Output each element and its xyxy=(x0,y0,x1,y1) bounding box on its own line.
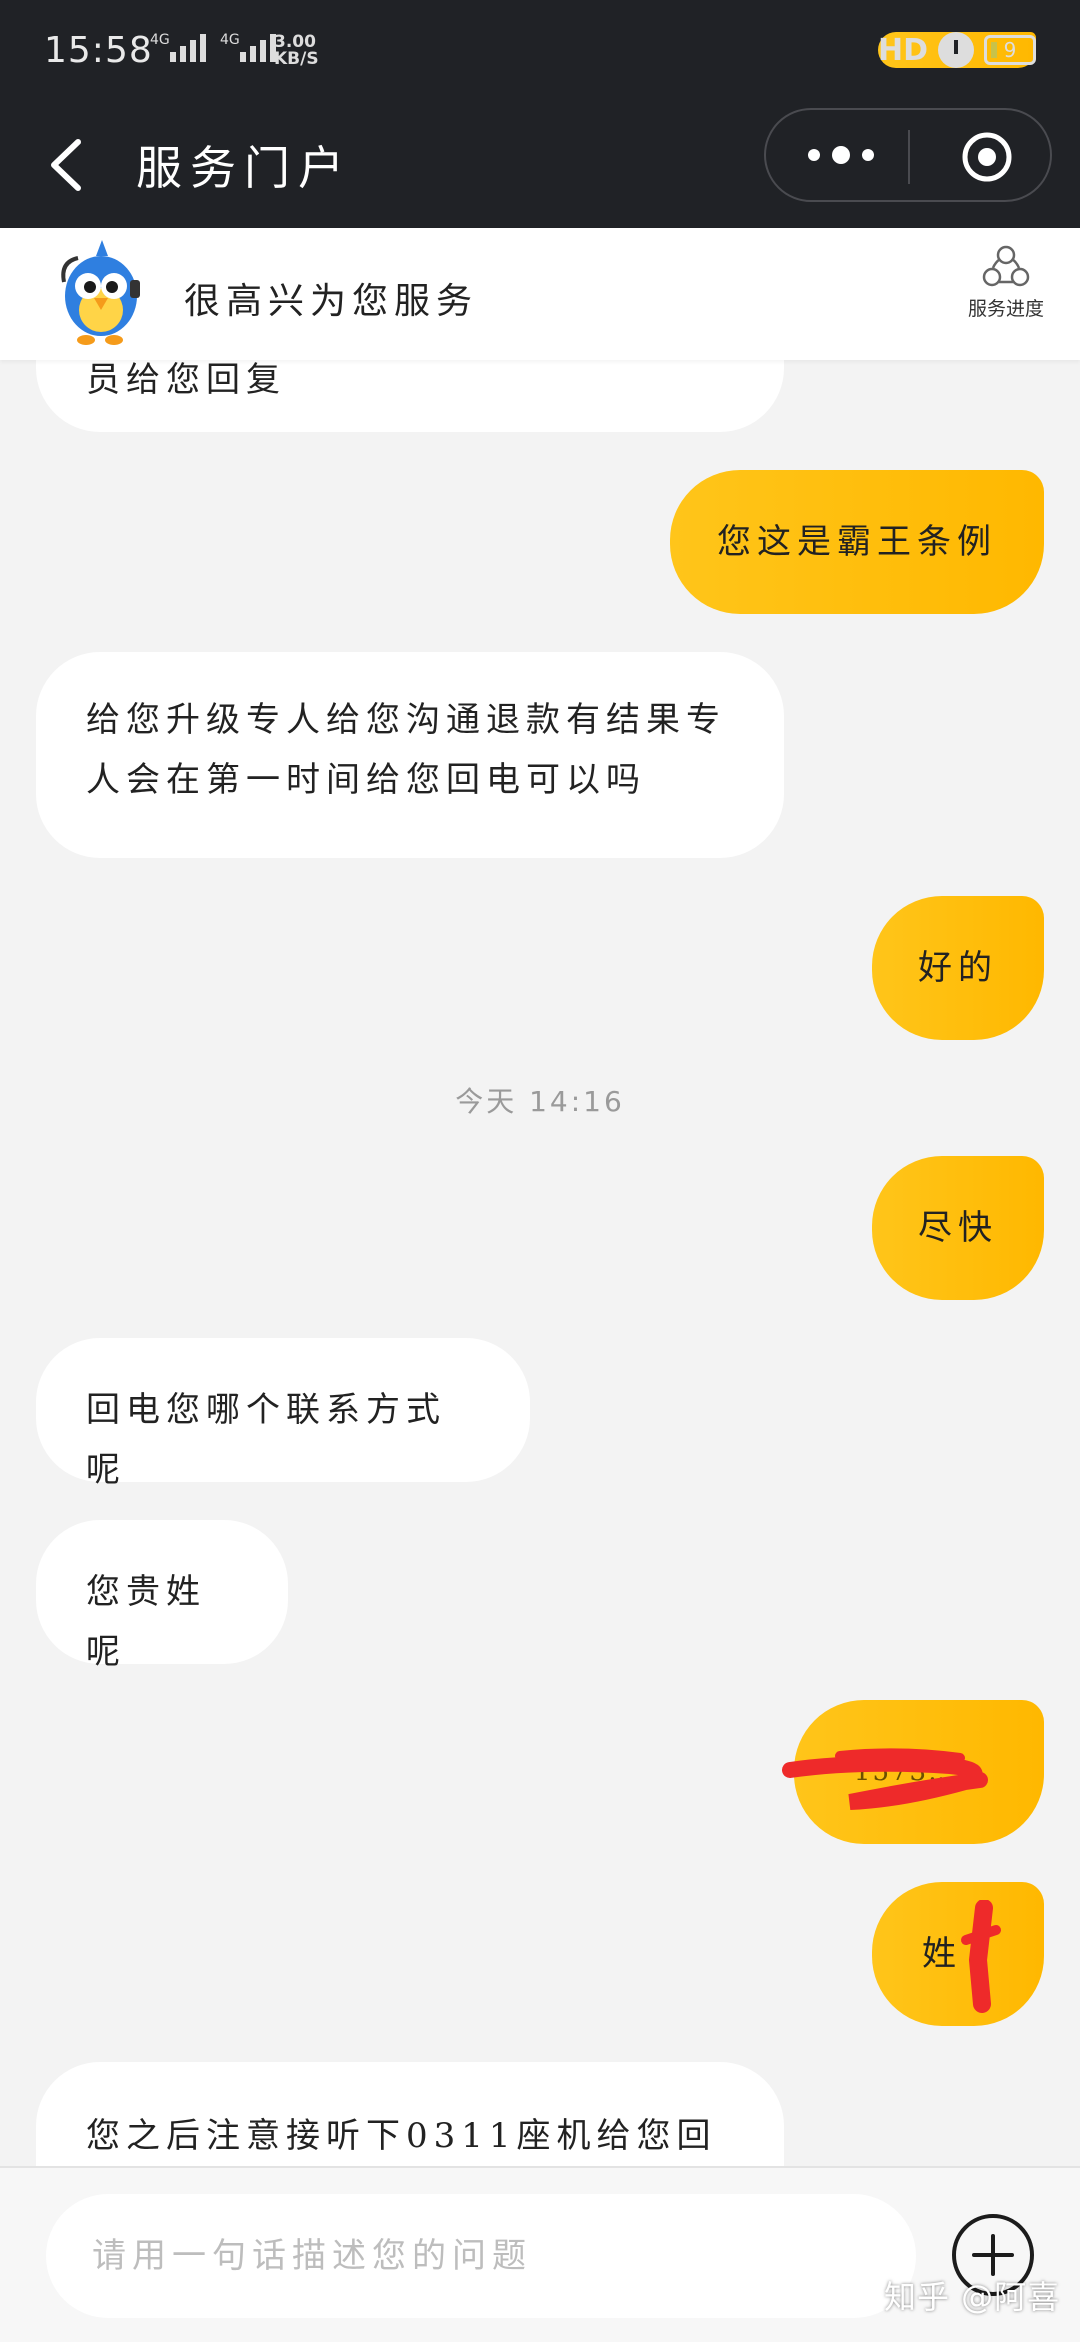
status-bar: 15:58 4G 4G 3.00 KB/S HD 9 xyxy=(0,0,1080,108)
more-menu-button[interactable] xyxy=(808,140,908,170)
chat-area: 员给您回复 您这是霸王条例 给您升级专人给您沟通退款有结果专人会在第一时间给您回… xyxy=(0,360,1080,2166)
agent-message: 给您升级专人给您沟通退款有结果专人会在第一时间给您回电可以吗 xyxy=(36,652,784,858)
service-header: 很高兴为您服务 服务进度 xyxy=(0,228,1080,360)
close-target-icon[interactable] xyxy=(960,130,1014,184)
service-progress-button[interactable]: 服务进度 xyxy=(956,244,1056,321)
user-message-redacted: 1573…… xyxy=(794,1700,1044,1844)
back-arrow-icon[interactable] xyxy=(40,130,100,200)
agent-message: 回电您哪个联系方式呢 xyxy=(36,1338,530,1490)
message-input[interactable] xyxy=(46,2194,916,2318)
alarm-icon xyxy=(938,32,974,68)
user-message: 您这是霸王条例 xyxy=(670,470,1044,614)
status-right: HD 9 xyxy=(877,32,1036,68)
agent-message: 您贵姓呢 xyxy=(36,1520,288,1672)
network-speed: 3.00 KB/S xyxy=(274,32,319,69)
input-bar: 知乎 @阿喜 xyxy=(0,2166,1080,2342)
signal-indicators: 4G 4G xyxy=(150,32,276,62)
signal-1-icon: 4G xyxy=(150,32,206,62)
bird-mascot-avatar xyxy=(61,240,140,345)
status-time: 15:58 xyxy=(44,30,153,71)
capsule-divider xyxy=(908,130,910,184)
battery-icon: 9 xyxy=(984,35,1036,65)
title-bar: 服务门户 xyxy=(0,108,1080,228)
agent-message: 您之后注意接听下0311座机给您回复一 xyxy=(36,2062,784,2166)
user-message: 好的 xyxy=(872,896,1044,1040)
greeting-text: 很高兴为您服务 xyxy=(184,281,479,322)
chat-timestamp: 今天 14:16 xyxy=(455,1085,625,1118)
agent-message: 员给您回复 xyxy=(36,360,784,432)
top-bar: 15:58 4G 4G 3.00 KB/S HD 9 服务门户 xyxy=(0,0,1080,228)
user-message-redacted: 姓 xyxy=(872,1882,1044,2026)
service-progress-label: 服务进度 xyxy=(967,298,1044,320)
signal-2-icon: 4G xyxy=(220,32,276,62)
user-message: 尽快 xyxy=(872,1156,1044,1300)
mini-program-capsule xyxy=(764,108,1052,202)
service-progress-icon xyxy=(982,245,1030,287)
hd-icon: HD xyxy=(877,32,928,68)
zhihu-watermark: 知乎 @阿喜 xyxy=(884,2278,1061,2316)
page-title: 服务门户 xyxy=(136,141,352,195)
